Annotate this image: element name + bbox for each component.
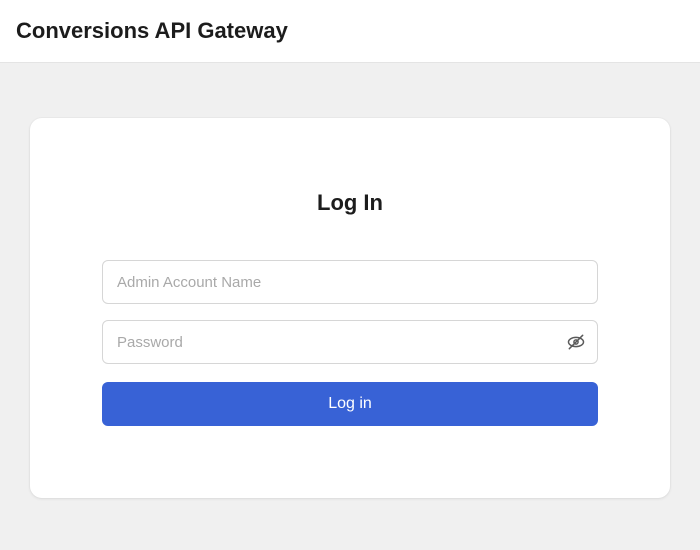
app-header: Conversions API Gateway: [0, 0, 700, 63]
account-field-wrap: [102, 260, 598, 304]
password-input[interactable]: [102, 320, 598, 364]
login-button[interactable]: Log in: [102, 382, 598, 426]
account-input[interactable]: [102, 260, 598, 304]
form-title: Log In: [102, 190, 598, 216]
login-card: Log In Log in: [30, 118, 670, 498]
eye-off-icon[interactable]: [566, 332, 586, 352]
password-field-wrap: [102, 320, 598, 364]
content-area: Log In Log in: [0, 63, 700, 498]
app-title: Conversions API Gateway: [16, 18, 684, 44]
